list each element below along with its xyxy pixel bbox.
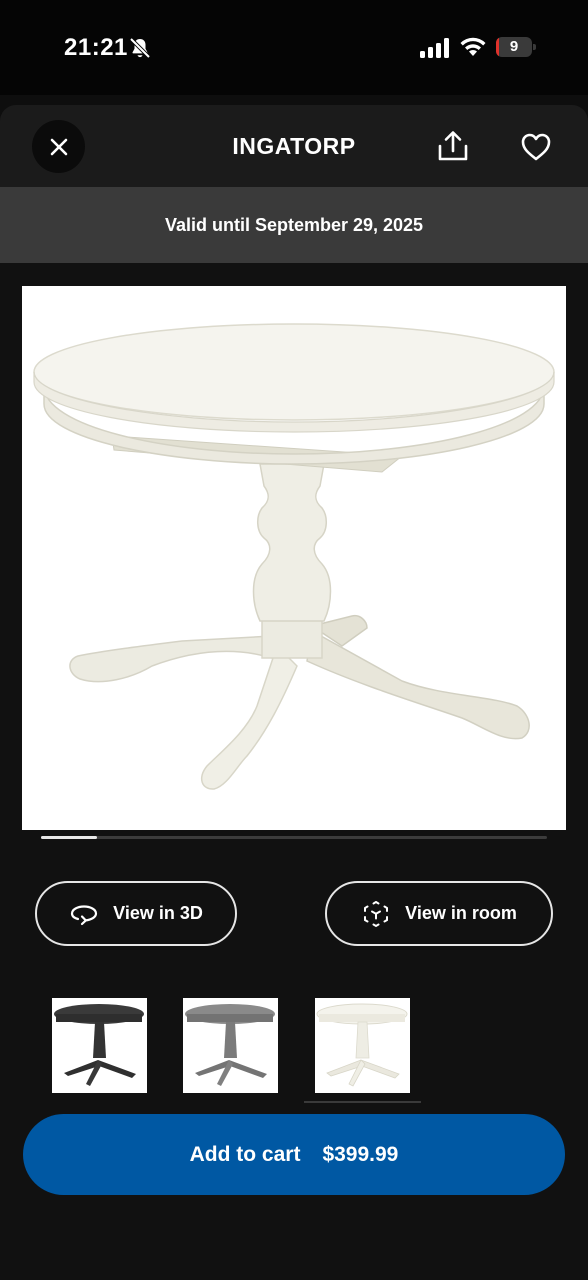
gallery-progress [41, 836, 547, 839]
close-icon [50, 138, 67, 155]
wifi-icon [460, 37, 486, 56]
table-thumbnail [316, 1003, 408, 1087]
status-bar: 21:21 9 [0, 0, 588, 95]
view-in-3d-button[interactable]: View in 3D [35, 881, 237, 946]
bell-slash-icon [129, 37, 151, 59]
view-in-3d-label: View in 3D [113, 903, 203, 923]
gallery-progress-fill [41, 836, 97, 839]
sheet-header: INGATORP [0, 105, 588, 187]
battery-level: 9 [509, 38, 519, 55]
view-in-room-button[interactable]: View in room [325, 881, 553, 946]
product-title: INGATORP [232, 133, 356, 159]
battery-icon: 9 [496, 37, 536, 57]
table-thumbnail [54, 1004, 144, 1086]
cellular-signal-icon [420, 38, 449, 58]
validity-banner: Valid until September 29, 2025 [0, 187, 588, 263]
product-image[interactable] [22, 286, 566, 830]
variant-thumbnail-white[interactable] [315, 998, 410, 1093]
add-to-cart-button[interactable]: Add to cart $399.99 [23, 1114, 565, 1195]
product-sheet: INGATORP Valid until September 29, 2025 [0, 105, 588, 1280]
table-illustration [33, 323, 555, 790]
price: $399.99 [322, 1142, 399, 1166]
rotate-3d-icon [71, 904, 98, 925]
selected-variant-indicator [304, 1101, 421, 1103]
table-thumbnail [185, 1004, 275, 1086]
add-to-cart-label: Add to cart [189, 1142, 301, 1166]
battery-tip [533, 44, 536, 50]
status-time: 21:21 [64, 34, 128, 61]
augmented-reality-icon [364, 900, 389, 927]
variant-thumbnail-grey[interactable] [183, 998, 278, 1093]
battery-body: 9 [496, 37, 532, 57]
share-icon[interactable] [436, 129, 470, 163]
close-button[interactable] [32, 120, 85, 173]
heart-icon[interactable] [520, 132, 552, 162]
variant-thumbnail-black-brown[interactable] [52, 998, 147, 1093]
view-in-room-label: View in room [405, 903, 517, 923]
